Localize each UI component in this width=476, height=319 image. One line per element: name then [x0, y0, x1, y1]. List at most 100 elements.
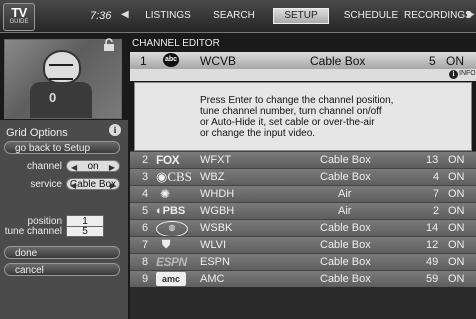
channel-row[interactable]: 7 ⛊ WLVI Cable Box 12 ON [130, 236, 476, 253]
cbs-logo-text: CBS [167, 169, 192, 184]
tab-setup[interactable]: SETUP [273, 8, 329, 24]
channel-row[interactable]: 5 ◐PBS WGBH Air 2 ON [130, 202, 476, 219]
row-callsign: WLVI [200, 239, 227, 251]
chevron-left-icon: ◀ [71, 163, 78, 172]
chevron-right-icon: ▶ [109, 181, 116, 190]
row-service: Cable Box [320, 222, 371, 234]
row-position: 1 [140, 54, 147, 68]
row-service: Cable Box [320, 256, 371, 268]
row-service: Cable Box [320, 239, 371, 251]
row-state: ON [448, 256, 465, 268]
row-position: 5 [142, 205, 149, 217]
row-callsign: WGBH [200, 205, 235, 217]
row-callsign: WFXT [200, 154, 232, 166]
espn-logo-icon: ESPN [156, 255, 187, 269]
row-channel-number: 5 [429, 54, 436, 68]
logo-text-tv: TV [11, 5, 27, 20]
row-callsign: WHDH [200, 188, 235, 200]
info-icon[interactable]: i [449, 70, 458, 79]
channel-row[interactable]: 2 FOX WFXT Cable Box 13 ON [130, 151, 476, 168]
row-callsign: AMC [200, 273, 225, 285]
row-callsign: ESPN [200, 256, 230, 268]
selected-channel-row[interactable]: 1 WCVB Cable Box 5 ON [130, 52, 476, 69]
upn-logo-icon: ◍ [156, 221, 188, 237]
row-callsign: WCVB [200, 54, 236, 68]
row-position: 2 [142, 154, 149, 166]
nbc-peacock-icon: ✺ [160, 187, 171, 201]
row-service: Cable Box [320, 171, 371, 183]
channel-row[interactable]: 6 ◍ WSBK Cable Box 14 ON [130, 219, 476, 237]
row-state: ON [448, 188, 465, 200]
cancel-button[interactable]: cancel [4, 263, 120, 276]
chevron-right-icon: ▶ [108, 163, 115, 172]
go-back-to-setup-button[interactable]: go back to Setup [4, 141, 120, 154]
abc-logo-icon: abc [163, 53, 179, 67]
row-channel-number: 14 [426, 222, 439, 234]
channel-row[interactable]: 8 ESPN ESPN Cable Box 49 ON [130, 253, 476, 270]
tune-channel-label: tune channel [4, 226, 62, 237]
row-channel-number: 2 [433, 205, 440, 217]
player-body-shape [30, 82, 92, 118]
nav-left-arrow-icon[interactable]: ◀ [121, 9, 129, 20]
row-channel-number: 12 [426, 239, 439, 251]
top-nav-bar: TV GUIDE 7:36 ◀ LISTINGS SEARCH SETUP SC… [0, 0, 476, 33]
pbs-logo-text: PBS [162, 205, 186, 217]
row-callsign: WSBK [200, 222, 233, 234]
done-button[interactable]: done [4, 246, 120, 259]
channel-editor-title: CHANNEL EDITOR [132, 38, 220, 49]
row-state: ON [448, 171, 465, 183]
row-service: Cable Box [320, 273, 371, 285]
row-service: Cable Box [310, 54, 366, 68]
grid-options-panel: Grid Options i go back to Setup channel … [0, 120, 128, 319]
grid-options-title: Grid Options [6, 127, 68, 139]
position-field[interactable]: 1 [66, 215, 104, 227]
row-channel-number: 13 [426, 154, 439, 166]
channel-row[interactable]: 4 ✺ WHDH Air 7 ON [130, 185, 476, 202]
tab-recordings[interactable]: RECORDINGS [404, 10, 472, 21]
row-state: ON [448, 154, 465, 166]
row-position: 7 [142, 239, 149, 251]
facemask-shape [49, 64, 73, 80]
logo-text-guide: GUIDE [9, 19, 29, 25]
tab-schedule[interactable]: SCHEDULE [343, 10, 399, 21]
tv-guide-screen: TV GUIDE 7:36 ◀ LISTINGS SEARCH SETUP SC… [0, 0, 476, 319]
service-label: service [30, 179, 62, 190]
row-position: 3 [142, 171, 149, 183]
info-bar [130, 69, 476, 81]
row-state: ON [448, 222, 465, 234]
row-position: 8 [142, 256, 149, 268]
nav-right-arrow-icon[interactable]: ▶ [467, 9, 475, 20]
tab-listings[interactable]: LISTINGS [143, 10, 193, 21]
tv-guide-logo: TV GUIDE [3, 3, 35, 31]
row-channel-number: 59 [426, 273, 439, 285]
channel-row[interactable]: 9 amc AMC Cable Box 59 ON [130, 270, 476, 287]
pbs-logo-icon: ◐PBS [156, 205, 186, 217]
row-service: Cable Box [320, 154, 371, 166]
channel-value: on [87, 161, 99, 172]
jersey-number: 0 [49, 90, 57, 105]
chevron-left-icon: ◀ [70, 181, 77, 190]
channel-label: channel [26, 161, 62, 172]
amc-logo-icon: amc [156, 272, 186, 286]
row-position: 6 [142, 222, 149, 234]
help-text: Press Enter to change the channel positi… [200, 95, 394, 139]
service-selector[interactable]: ◀ Cable Box ▶ [66, 178, 120, 190]
row-channel-number: 49 [426, 256, 439, 268]
row-channel-number: 4 [433, 171, 440, 183]
row-state: ON [448, 239, 465, 251]
lock-icon [104, 38, 114, 51]
tab-search[interactable]: SEARCH [211, 10, 257, 21]
channel-selector[interactable]: ◀ on ▶ [66, 160, 120, 172]
channel-row[interactable]: 3 ◉CBS WBZ Cable Box 4 ON [130, 168, 476, 185]
row-position: 9 [142, 273, 149, 285]
list-bottom-area [130, 287, 476, 319]
row-position: 4 [142, 188, 149, 200]
clock: 7:36 [90, 10, 112, 22]
info-label[interactable]: INFO [459, 70, 476, 77]
info-icon[interactable]: i [109, 124, 121, 136]
row-service: Air [338, 205, 352, 217]
fox-logo-icon: FOX [156, 153, 180, 167]
row-service: Air [338, 188, 352, 200]
row-state: ON [448, 273, 465, 285]
position-label: position [27, 216, 62, 227]
